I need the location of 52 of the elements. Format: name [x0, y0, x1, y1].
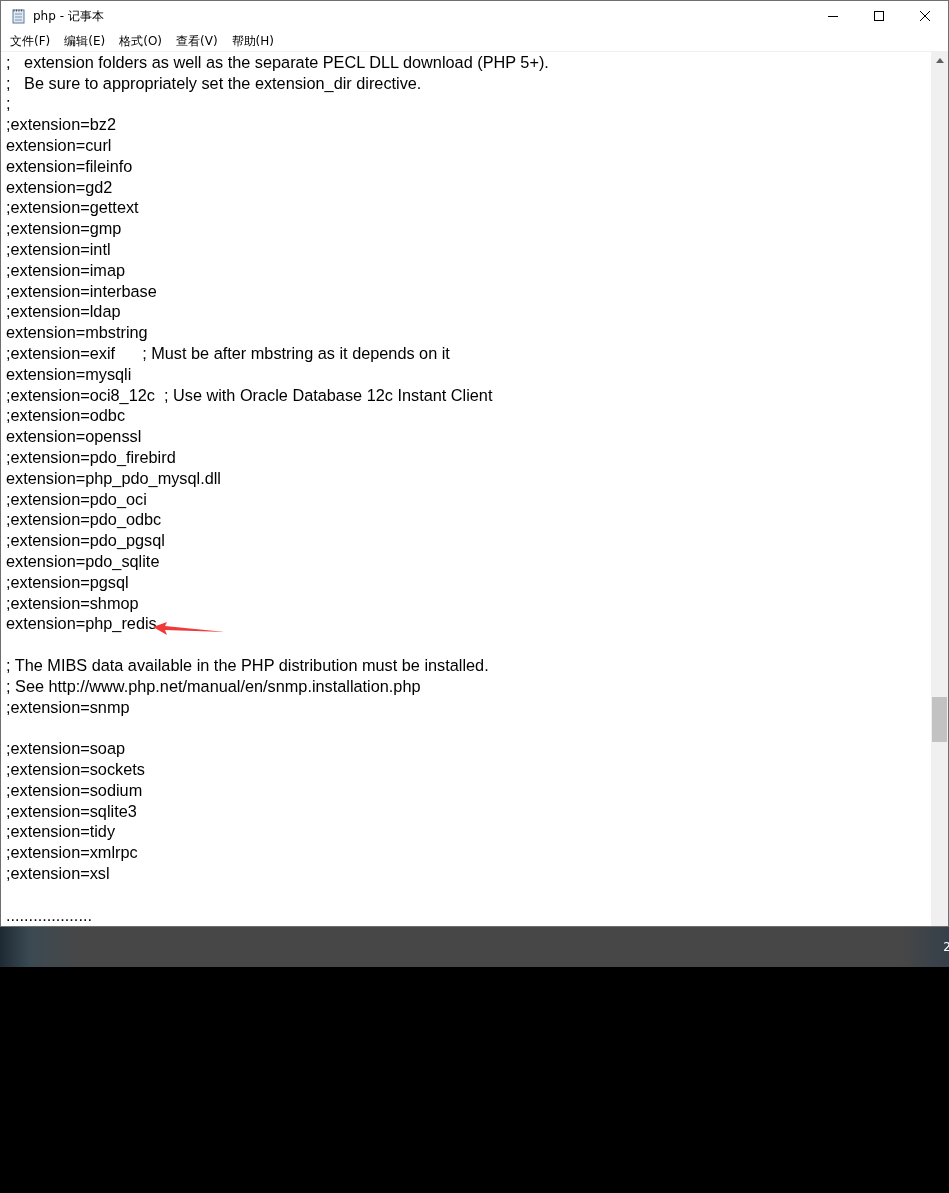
- text-line: extension=fileinfo: [6, 156, 133, 176]
- text-line: ;extension=pdo_odbc: [6, 510, 162, 530]
- menu-item[interactable]: 格式(O): [112, 32, 170, 50]
- text-line: ;extension=sodium: [6, 780, 143, 800]
- text-line: ;extension=pdo_oci: [6, 489, 147, 509]
- text-line: ;extension=ldap: [6, 302, 121, 322]
- text-line: extension=curl: [6, 136, 112, 156]
- text-line: ;: [6, 94, 11, 114]
- text-line: extension=mbstring: [6, 323, 148, 343]
- text-line: ;extension=pgsql: [6, 572, 129, 592]
- text-line: ;extension=bz2: [6, 115, 116, 135]
- text-line: extension=pdo_sqlite: [6, 552, 160, 571]
- window-title: php - 记事本: [33, 7, 105, 25]
- close-icon: [920, 11, 930, 21]
- notepad-icon: [11, 8, 27, 24]
- text-line: ; extension folders as well as the separate PECL DLL download (PHP 5+).: [6, 52, 549, 72]
- scrollbar[interactable]: [931, 52, 948, 926]
- text-line: ;extension=tidy: [6, 822, 116, 842]
- scrollbar-thumb[interactable]: [932, 697, 947, 742]
- text-line: ;extension=exif ; Must be after mbstring as it depends on it: [6, 344, 450, 364]
- text-line: ;extension=intl: [6, 240, 111, 260]
- text-line: extension=gd2: [6, 177, 113, 197]
- text-line: extension=openssl: [6, 427, 142, 447]
- text-line: ;extension=soap: [6, 739, 126, 759]
- text-line: extension=php_pdo_mysql.dll: [6, 468, 221, 488]
- text-line: ; Be sure to appropriately set the extension_dir directive.: [6, 73, 422, 93]
- text-line: ;extension=snmp: [6, 697, 130, 717]
- text-line: ;extension=xsl: [6, 863, 110, 883]
- text-line: extension=mysqli: [6, 364, 132, 384]
- menu-item[interactable]: 编辑(E): [57, 32, 113, 50]
- text-line: ;extension=gmp: [6, 219, 122, 239]
- text-line: extension=php_redis: [6, 614, 157, 634]
- clock-text: 2: [943, 940, 949, 954]
- text-line: ;extension=odbc: [6, 406, 126, 426]
- text-line: ;extension=xmlrpc: [6, 843, 138, 863]
- text-line: ;extension=gettext: [6, 198, 139, 218]
- text-line: ;extension=pdo_firebird: [6, 448, 176, 468]
- text-line: ;extension=imap: [6, 260, 126, 280]
- text-line: ; See http://www.php.net/manual/en/snmp.installation.php: [6, 676, 421, 696]
- text-line: ;extension=pdo_pgsql: [6, 531, 165, 551]
- text-line: ...................: [6, 905, 92, 925]
- text-line: ;extension=sockets: [6, 760, 145, 779]
- text-line: ; The MIBS data available in the PHP distribution must be installed.: [6, 656, 489, 675]
- menu-item[interactable]: 帮助(H): [224, 32, 281, 50]
- menu-item[interactable]: 文件(F): [3, 32, 58, 50]
- menu-item[interactable]: 查看(V): [169, 32, 225, 50]
- scroll-up-icon[interactable]: [935, 58, 944, 63]
- text-line: ;extension=interbase: [6, 281, 157, 301]
- maximize-icon: [874, 11, 884, 21]
- text-line: ;extension=shmop: [6, 593, 139, 613]
- text-line: ;extension=sqlite3: [6, 801, 137, 821]
- text-line: ;extension=oci8_12c ; Use with Oracle Database 12c Instant Client: [6, 385, 493, 405]
